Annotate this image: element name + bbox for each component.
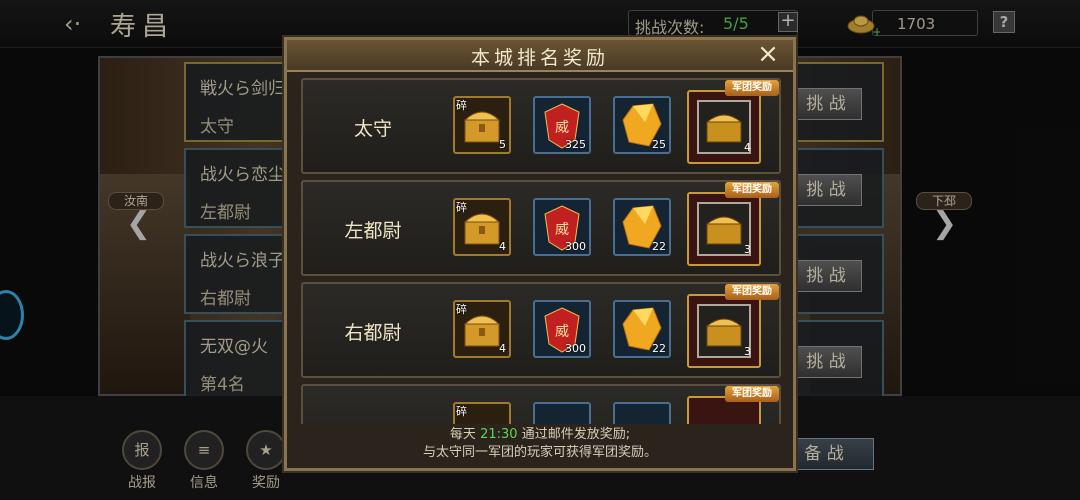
footer-line-1: 每天 21:30 通过邮件发放奖励; <box>287 426 793 444</box>
legion-chest-icon <box>697 100 751 154</box>
legion-reward-item[interactable]: 军团奖励 4 <box>687 80 779 164</box>
chest-fragment-item[interactable]: 碎 4 <box>453 198 511 256</box>
legion-chest-icon <box>697 304 751 358</box>
reward-row: 碎 军团奖励 <box>301 384 781 424</box>
close-button[interactable]: × <box>753 40 783 70</box>
footer-text: 每天 <box>449 427 476 442</box>
legion-reward-item[interactable]: 军团奖励 3 <box>687 182 779 266</box>
rank-title: 太守 <box>353 118 392 140</box>
reward-list[interactable]: 太守 碎 5 威 325 25 军团奖励 4 左都尉 碎 4 威 300 22 … <box>301 78 781 424</box>
prestige-token-item[interactable]: 威 325 <box>533 96 591 154</box>
fragment-tag: 碎 <box>456 201 467 214</box>
fragment-tag: 碎 <box>456 99 467 112</box>
svg-text:威: 威 <box>555 324 569 340</box>
chest-fragment-item[interactable]: 碎 4 <box>453 300 511 358</box>
item-count: 4 <box>744 141 751 154</box>
chest-fragment-item[interactable]: 碎 <box>453 402 511 424</box>
fragment-tag: 碎 <box>456 405 467 418</box>
legion-reward-tag: 军团奖励 <box>725 386 779 402</box>
crystal-item[interactable]: 22 <box>613 300 671 358</box>
crystal-item[interactable] <box>613 402 671 424</box>
item-count: 5 <box>499 138 506 151</box>
item-count: 3 <box>744 345 751 358</box>
item-count: 300 <box>565 240 586 253</box>
rank-title: 右都尉 <box>344 322 402 344</box>
item-count: 22 <box>652 240 666 253</box>
chest-fragment-item[interactable]: 碎 5 <box>453 96 511 154</box>
prestige-token-item[interactable]: 威 300 <box>533 300 591 358</box>
legion-reward-item[interactable]: 军团奖励 <box>687 386 779 424</box>
footer-time: 21:30 <box>480 427 518 442</box>
item-count: 300 <box>565 342 586 355</box>
reward-modal: 本城排名奖励 × 太守 碎 5 威 325 25 军团奖励 4 左都尉 碎 4 … <box>284 37 796 471</box>
item-count: 22 <box>652 342 666 355</box>
legion-reward-item[interactable]: 军团奖励 3 <box>687 284 779 368</box>
reward-row: 右都尉 碎 4 威 300 22 军团奖励 3 <box>301 282 781 378</box>
item-count: 4 <box>499 240 506 253</box>
svg-text:威: 威 <box>555 222 569 238</box>
legion-reward-tag: 军团奖励 <box>725 80 779 96</box>
modal-footer: 每天 21:30 通过邮件发放奖励; 与太守同一军团的玩家可获得军团奖励。 <box>287 426 793 468</box>
modal-header: 本城排名奖励 × <box>287 40 793 72</box>
modal-title: 本城排名奖励 <box>470 47 609 69</box>
item-count: 325 <box>565 138 586 151</box>
svg-text:威: 威 <box>555 120 569 136</box>
rank-title: 左都尉 <box>344 220 402 242</box>
fragment-tag: 碎 <box>456 303 467 316</box>
item-count: 3 <box>744 243 751 256</box>
reward-row: 左都尉 碎 4 威 300 22 军团奖励 3 <box>301 180 781 276</box>
item-count: 25 <box>652 138 666 151</box>
legion-reward-tag: 军团奖励 <box>725 182 779 198</box>
legion-reward-tag: 军团奖励 <box>725 284 779 300</box>
reward-row: 太守 碎 5 威 325 25 军团奖励 4 <box>301 78 781 174</box>
prestige-token-item[interactable] <box>533 402 591 424</box>
prestige-token-item[interactable]: 威 300 <box>533 198 591 256</box>
footer-text: 通过邮件发放奖励; <box>521 427 631 442</box>
item-count: 4 <box>499 342 506 355</box>
footer-line-2: 与太守同一军团的玩家可获得军团奖励。 <box>422 445 657 460</box>
crystal-item[interactable]: 22 <box>613 198 671 256</box>
crystal-item[interactable]: 25 <box>613 96 671 154</box>
legion-chest-icon <box>697 202 751 256</box>
